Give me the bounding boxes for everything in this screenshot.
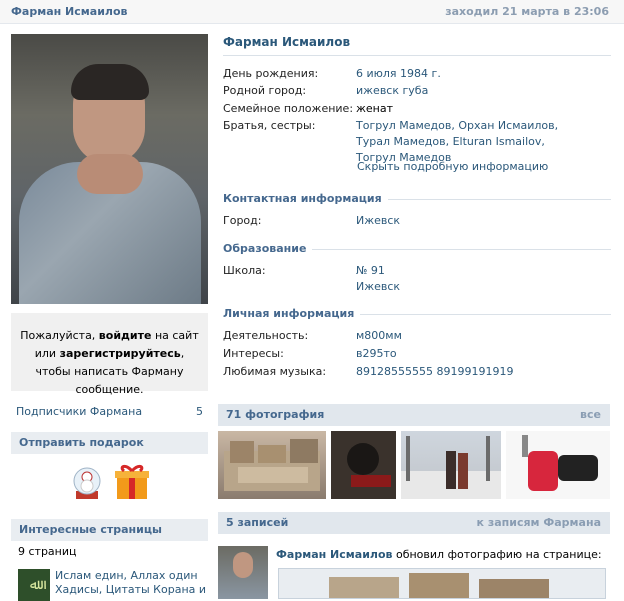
photo-thumb[interactable] [218, 431, 326, 499]
prompt-text-1: Пожалуйста, [20, 329, 99, 342]
info-key: Школа: [223, 264, 266, 277]
page-item-subtitle: Хадисы, Цитаты Корана и [55, 583, 207, 596]
contact-section-header: Контактная информация [223, 192, 611, 210]
photo-thumb[interactable] [401, 431, 501, 499]
section-title: Контактная информация [223, 192, 388, 205]
personal-section-header: Личная информация [223, 307, 611, 325]
section-title: Личная информация [223, 307, 361, 320]
page-item-title: Ислам един, Аллах один [55, 569, 198, 582]
info-value: женат [356, 102, 394, 115]
login-link[interactable]: войдите [99, 329, 152, 342]
page-owner-name[interactable]: Фарман Исмаилов [11, 5, 127, 18]
photo-thumb[interactable] [331, 431, 396, 499]
info-value[interactable]: Тогрул Мамедов, Орхан Исмаилов, Турал Ма… [356, 118, 576, 166]
gifts-area [11, 455, 208, 512]
subscribers-count: 5 [196, 405, 203, 418]
top-bar: Фарман Исмаилов заходил 21 марта в 23:06 [0, 0, 624, 24]
wall-header[interactable]: 5 записей к записям Фармана [218, 512, 610, 534]
info-value[interactable]: в295то [356, 346, 606, 362]
school-number[interactable]: № 91 [356, 263, 606, 279]
info-value[interactable]: ижевск губа [356, 83, 606, 99]
interesting-pages-title: Интересные страницы [19, 523, 162, 536]
wall-all-link[interactable]: к записям Фармана [477, 516, 601, 529]
page-item-text: Ислам един, Аллах один Хадисы, Цитаты Ко… [55, 569, 206, 597]
info-value[interactable]: 89128555555 89199191919 [356, 364, 606, 380]
wall-title: 5 записей [226, 516, 289, 529]
profile-avatar[interactable] [11, 34, 208, 304]
present-box-gift-icon[interactable] [111, 461, 153, 503]
interesting-page-item[interactable]: ﷲ Ислам един, Аллах один Хадисы, Цитаты … [18, 567, 208, 601]
subscribers-label: Подписчики Фармана [16, 405, 143, 418]
info-key: День рождения: [223, 67, 319, 80]
last-seen-status: заходил 21 марта в 23:06 [445, 5, 609, 18]
wall-post-author[interactable]: Фарман Исмаилов [276, 548, 392, 561]
info-value[interactable]: 6 июля 1984 г. [356, 66, 606, 82]
wall-post-photo[interactable] [278, 568, 606, 599]
wall-avatar-head-shape [233, 552, 253, 578]
name-divider [223, 55, 611, 56]
photo-thumb[interactable] [506, 431, 610, 499]
info-value[interactable]: Ижевск [356, 213, 606, 229]
info-key: Интересы: [223, 347, 284, 360]
interesting-pages-count: 9 страниц [18, 545, 77, 558]
info-value: № 91 Ижевск [356, 263, 606, 295]
info-key: Город: [223, 214, 262, 227]
wall-post-header: Фарман Исмаилов обновил фотографию на ст… [276, 548, 602, 561]
subscribers-link[interactable]: Подписчики Фармана 5 [16, 405, 203, 418]
section-title: Образование [223, 242, 313, 255]
login-prompt-box: Пожалуйста, войдите на сайт или зарегист… [11, 313, 208, 396]
info-key: Деятельность: [223, 329, 309, 342]
hide-details-link[interactable]: Скрыть подробную информацию [357, 160, 548, 173]
info-value[interactable]: м800мм [356, 328, 606, 344]
photos-title: 71 фотография [226, 408, 325, 421]
education-section-header: Образование [223, 242, 611, 260]
wall-post-avatar[interactable] [218, 546, 268, 599]
register-link[interactable]: зарегистрируйтесь [60, 347, 181, 360]
profile-name: Фарман Исмаилов [223, 35, 351, 49]
send-gift-header[interactable]: Отправить подарок [11, 432, 208, 454]
info-key: Братья, сестры: [223, 119, 316, 132]
photos-header[interactable]: 71 фотография все [218, 404, 610, 426]
send-gift-title: Отправить подарок [19, 436, 144, 449]
school-city[interactable]: Ижевск [356, 279, 606, 295]
interesting-pages-header[interactable]: Интересные страницы [11, 519, 208, 541]
info-key: Любимая музыка: [223, 365, 327, 378]
photos-all-link[interactable]: все [580, 408, 601, 421]
info-key: Семейное положение: [223, 102, 354, 115]
snowglobe-gift-icon[interactable] [66, 461, 108, 503]
avatar-hair-shape [71, 64, 149, 100]
info-key: Родной город: [223, 84, 307, 97]
avatar-hands-shape [77, 154, 143, 194]
wall-post-action: обновил фотографию на странице: [392, 548, 602, 561]
page-arabic-logo-icon: ﷲ [18, 569, 50, 601]
